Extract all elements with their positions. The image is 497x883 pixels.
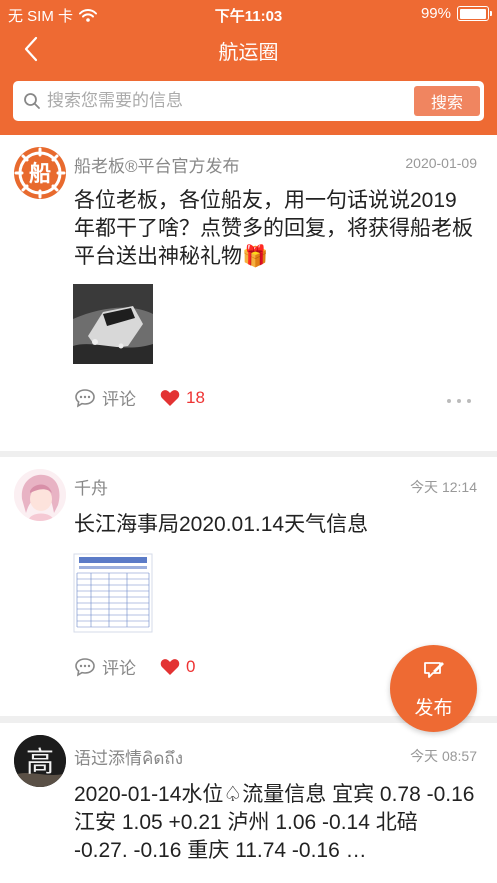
avatar[interactable] <box>14 469 66 521</box>
like-count: 18 <box>186 387 205 407</box>
more-options-icon[interactable] <box>447 397 471 405</box>
calligraphy-avatar-image: 高 <box>14 735 66 787</box>
post-date: 2020-01-09 <box>405 155 477 171</box>
comment-label: 评论 <box>102 659 136 678</box>
post-actions: 评论 18 <box>74 385 205 410</box>
ship-wheel-logo: 船 <box>14 147 66 199</box>
svg-text:高: 高 <box>26 745 54 778</box>
edit-icon <box>424 662 444 678</box>
post-actions: 评论 0 <box>74 654 195 679</box>
nav-bar: 航运圈 <box>0 28 497 73</box>
search-button[interactable]: 搜索 <box>414 86 480 116</box>
page-title: 航运圈 <box>218 42 279 64</box>
feed-post[interactable]: 高 语过添情คิดถึง 今天 08:57 2020-01-14水位♤流量信息 … <box>0 723 497 883</box>
comment-button[interactable]: 评论 <box>74 385 136 410</box>
search-input[interactable] <box>41 91 414 111</box>
post-date: 今天 12:14 <box>410 479 477 495</box>
anime-avatar-image <box>14 469 66 521</box>
post-author[interactable]: 船老板®平台官方发布 <box>74 152 240 177</box>
battery-icon <box>457 6 492 21</box>
post-author[interactable]: 语过添情คิดถึง <box>74 744 183 772</box>
feed-post[interactable]: 船 船老板®平台官方发布 2020-01-09 各位老板，各位船友，用一句话说说… <box>0 135 497 451</box>
status-bar: 无 SIM 卡 下午11:03 99% <box>0 0 497 28</box>
post-image[interactable] <box>73 553 153 633</box>
post-author[interactable]: 千舟 <box>74 474 108 499</box>
like-button[interactable]: 0 <box>160 657 195 677</box>
app-header: 无 SIM 卡 下午11:03 99% 航运圈 搜索 <box>0 0 497 135</box>
post-content[interactable]: 各位老板，各位船友，用一句话说说2019年都干了啥？点赞多的回复，将获得船老板平… <box>74 187 473 271</box>
post-content[interactable]: 2020-01-14水位♤流量信息 宜宾 0.78 -0.16 江安 1.05 … <box>74 781 477 865</box>
post-content[interactable]: 长江海事局2020.01.14天气信息 <box>74 511 473 539</box>
svg-text:船: 船 <box>29 161 51 187</box>
heart-icon <box>160 658 180 675</box>
comment-icon <box>75 388 95 408</box>
search-icon <box>24 93 40 109</box>
like-button[interactable]: 18 <box>160 388 205 408</box>
heart-icon <box>160 389 180 406</box>
post-date: 今天 08:57 <box>410 748 477 764</box>
comment-button[interactable]: 评论 <box>74 654 136 679</box>
publish-button[interactable]: 发布 <box>390 645 477 732</box>
avatar[interactable]: 船 <box>14 147 66 199</box>
comment-icon <box>75 657 95 677</box>
avatar[interactable]: 高 <box>14 735 66 787</box>
comment-label: 评论 <box>102 390 136 409</box>
post-image[interactable] <box>73 284 153 364</box>
battery-percent: 99% <box>420 5 451 22</box>
like-count: 0 <box>186 656 196 676</box>
publish-label: 发布 <box>414 698 453 719</box>
search-bar: 搜索 <box>13 81 484 121</box>
